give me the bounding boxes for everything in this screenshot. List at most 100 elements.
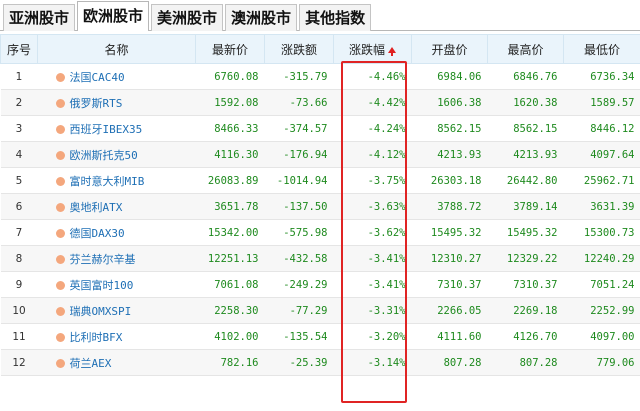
row-index: 6 (0, 193, 38, 220)
change-percent: -3.14% (333, 349, 412, 376)
index-name-link[interactable]: 比利时BFX (70, 331, 123, 344)
index-name-link[interactable]: 富时意大利MIB (70, 175, 145, 188)
table-row[interactable]: 6 奥地利ATX 3651.78 -137.50 -3.63% 3788.72 3789.1… (0, 193, 640, 220)
index-name-link[interactable]: 奥地利ATX (70, 201, 123, 214)
low-price: 1589.57 (563, 89, 640, 116)
index-table: 序号 名称 最新价 涨跌额 涨跌幅 开盘价 最高价 最低价 1 法国CAC40 67… (0, 34, 640, 376)
change-amount: -73.66 (264, 89, 334, 116)
name-cell: 法国CAC40 (37, 63, 196, 90)
last-price: 6760.08 (195, 63, 265, 90)
tab-americas[interactable]: 美洲股市 (151, 4, 224, 31)
index-name-link[interactable]: 西班牙IBEX35 (70, 123, 143, 136)
row-index: 2 (0, 89, 38, 116)
table-row[interactable]: 7 德国DAX30 15342.00 -575.98 -3.62% 15495.32 154… (0, 219, 640, 246)
open-price: 1606.38 (411, 89, 488, 116)
change-percent: -3.41% (333, 271, 412, 298)
table-row[interactable]: 2 俄罗斯RTS 1592.08 -73.66 -4.42% 1606.38 1620.38… (0, 89, 640, 116)
low-price: 12240.29 (563, 245, 640, 272)
index-name-link[interactable]: 芬兰赫尔辛基 (70, 253, 136, 266)
change-amount: -1014.94 (264, 167, 334, 194)
last-price: 2258.30 (195, 297, 265, 324)
open-price: 4213.93 (411, 141, 488, 168)
bullet-dot-icon (55, 306, 65, 316)
open-price: 4111.60 (411, 323, 488, 350)
sort-up-arrow-icon[interactable] (388, 46, 396, 56)
row-index: 10 (0, 297, 38, 324)
high-price: 6846.76 (487, 63, 564, 90)
market-tabs: 亚洲股市 欧洲股市 美洲股市 澳洲股市 其他指数 (0, 0, 640, 31)
table-row[interactable]: 4 欧洲斯托克50 4116.30 -176.94 -4.12% 4213.93 4213.… (0, 141, 640, 168)
change-percent: -4.12% (333, 141, 412, 168)
row-index: 11 (0, 323, 38, 350)
last-price: 12251.13 (195, 245, 265, 272)
high-price: 8562.15 (487, 115, 564, 142)
index-name-link[interactable]: 欧洲斯托克50 (70, 149, 138, 162)
col-header-last[interactable]: 最新价 (195, 34, 265, 64)
low-price: 8446.12 (563, 115, 640, 142)
bullet-dot-icon (55, 358, 65, 368)
index-name-link[interactable]: 瑞典OMXSPI (70, 305, 132, 318)
name-cell: 瑞典OMXSPI (37, 297, 196, 324)
low-price: 4097.64 (563, 141, 640, 168)
name-cell: 荷兰AEX (37, 349, 196, 376)
high-price: 4213.93 (487, 141, 564, 168)
table-row[interactable]: 12 荷兰AEX 782.16 -25.39 -3.14% 807.28 807.28 779… (0, 349, 640, 376)
open-price: 6984.06 (411, 63, 488, 90)
last-price: 26083.89 (195, 167, 265, 194)
table-row[interactable]: 5 富时意大利MIB 26083.89 -1014.94 -3.75% 26303.18 2… (0, 167, 640, 194)
tab-asia[interactable]: 亚洲股市 (3, 4, 76, 31)
bullet-dot-icon (55, 254, 65, 264)
change-amount: -575.98 (264, 219, 334, 246)
col-header-change-pct[interactable]: 涨跌幅 (333, 34, 412, 64)
row-index: 7 (0, 219, 38, 246)
bullet-dot-icon (55, 332, 65, 342)
change-percent: -4.46% (333, 63, 412, 90)
change-amount: -25.39 (264, 349, 334, 376)
change-percent: -4.42% (333, 89, 412, 116)
tab-europe[interactable]: 欧洲股市 (77, 1, 150, 31)
last-price: 15342.00 (195, 219, 265, 246)
table-header-row: 序号 名称 最新价 涨跌额 涨跌幅 开盘价 最高价 最低价 (0, 34, 640, 64)
col-header-low[interactable]: 最低价 (563, 34, 640, 64)
table-row[interactable]: 8 芬兰赫尔辛基 12251.13 -432.58 -3.41% 12310.27 1232… (0, 245, 640, 272)
table-row[interactable]: 11 比利时BFX 4102.00 -135.54 -3.20% 4111.60 4126.… (0, 323, 640, 350)
change-amount: -249.29 (264, 271, 334, 298)
col-header-high[interactable]: 最高价 (487, 34, 564, 64)
index-name-link[interactable]: 德国DAX30 (70, 227, 125, 240)
tab-other-indices[interactable]: 其他指数 (299, 4, 372, 31)
index-name-link[interactable]: 法国CAC40 (70, 71, 125, 84)
bullet-dot-icon (55, 124, 65, 134)
name-cell: 俄罗斯RTS (37, 89, 196, 116)
name-cell: 英国富时100 (37, 271, 196, 298)
table-row[interactable]: 10 瑞典OMXSPI 2258.30 -77.29 -3.31% 2266.05 2269… (0, 297, 640, 324)
bullet-dot-icon (55, 98, 65, 108)
high-price: 15495.32 (487, 219, 564, 246)
tab-australia[interactable]: 澳洲股市 (225, 4, 298, 31)
col-header-name[interactable]: 名称 (37, 34, 196, 64)
table-row[interactable]: 9 英国富时100 7061.08 -249.29 -3.41% 7310.37 7310.… (0, 271, 640, 298)
open-price: 3788.72 (411, 193, 488, 220)
table-row[interactable]: 3 西班牙IBEX35 8466.33 -374.57 -4.24% 8562.15 856… (0, 115, 640, 142)
col-header-index: 序号 (0, 34, 38, 64)
row-index: 8 (0, 245, 38, 272)
row-index: 12 (0, 349, 38, 376)
low-price: 15300.73 (563, 219, 640, 246)
col-header-open[interactable]: 开盘价 (411, 34, 488, 64)
table-row[interactable]: 1 法国CAC40 6760.08 -315.79 -4.46% 6984.06 6846.… (0, 63, 640, 90)
high-price: 807.28 (487, 349, 564, 376)
change-percent: -3.63% (333, 193, 412, 220)
row-index: 1 (0, 63, 38, 90)
index-name-link[interactable]: 英国富时100 (70, 279, 134, 292)
col-header-change[interactable]: 涨跌额 (264, 34, 334, 64)
row-index: 9 (0, 271, 38, 298)
row-index: 4 (0, 141, 38, 168)
high-price: 2269.18 (487, 297, 564, 324)
bullet-dot-icon (55, 150, 65, 160)
open-price: 26303.18 (411, 167, 488, 194)
index-name-link[interactable]: 俄罗斯RTS (70, 97, 123, 110)
last-price: 4116.30 (195, 141, 265, 168)
col-header-change-pct-label: 涨跌幅 (348, 42, 385, 57)
open-price: 15495.32 (411, 219, 488, 246)
low-price: 6736.34 (563, 63, 640, 90)
index-name-link[interactable]: 荷兰AEX (70, 357, 112, 370)
